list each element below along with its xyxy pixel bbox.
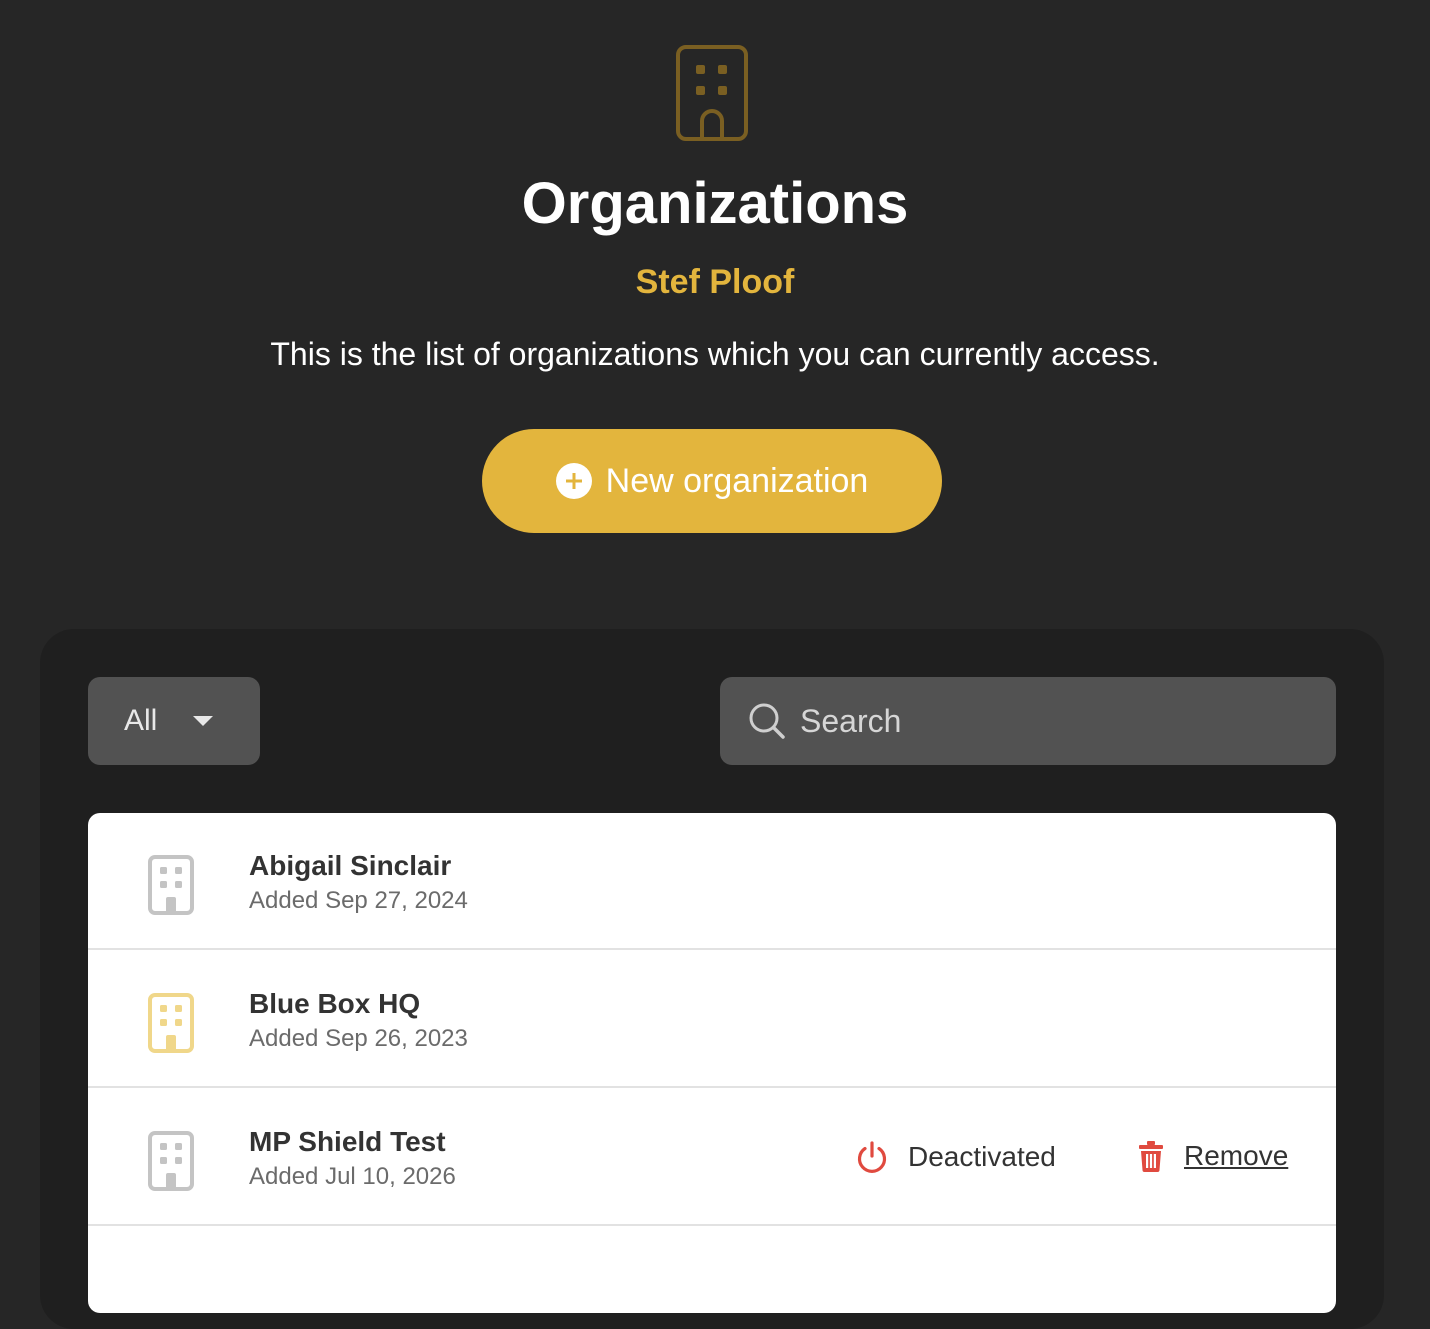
list-item[interactable]: Abigail Sinclair Added Sep 27, 2024 — [88, 813, 1336, 950]
organization-date: Added Sep 26, 2023 — [249, 1025, 468, 1052]
new-organization-button[interactable]: New organization — [482, 429, 942, 533]
search-icon — [749, 703, 785, 739]
page-title: Organizations — [521, 171, 909, 236]
account-name: Stef Ploof — [635, 263, 795, 301]
organization-date: Added Sep 27, 2024 — [249, 887, 468, 914]
status-label: Deactivated — [908, 1141, 1056, 1172]
power-icon — [857, 1141, 887, 1173]
search-input[interactable] — [798, 701, 1302, 741]
building-icon — [148, 855, 194, 915]
list-item[interactable]: Blue Box HQ Added Sep 26, 2023 — [88, 951, 1336, 1088]
list-item[interactable]: MP Shield Test Added Jul 10, 2026 Deacti… — [88, 1089, 1336, 1226]
building-icon — [148, 993, 194, 1053]
filter-select[interactable]: All — [88, 677, 260, 765]
remove-label: Remove — [1184, 1140, 1289, 1171]
status-indicator: Deactivated — [856, 1140, 1056, 1174]
new-organization-label: New organization — [605, 461, 869, 500]
organization-list: Abigail Sinclair Added Sep 27, 2024 Blue… — [88, 813, 1336, 1313]
organization-name: Blue Box HQ — [249, 988, 421, 1019]
building-icon — [148, 1131, 194, 1191]
building-icon — [676, 45, 748, 141]
plus-circle-icon — [555, 463, 592, 499]
filter-selected-value: All — [124, 704, 158, 737]
page-description: This is the list of organizations which … — [270, 336, 1160, 372]
organization-name: MP Shield Test — [249, 1126, 446, 1157]
organization-name: Abigail Sinclair — [249, 850, 452, 881]
search-box[interactable] — [720, 677, 1336, 765]
trash-icon — [1139, 1141, 1163, 1172]
remove-button[interactable]: Remove — [1138, 1140, 1288, 1172]
organization-date: Added Jul 10, 2026 — [249, 1163, 456, 1190]
chevron-down-icon — [193, 716, 214, 726]
